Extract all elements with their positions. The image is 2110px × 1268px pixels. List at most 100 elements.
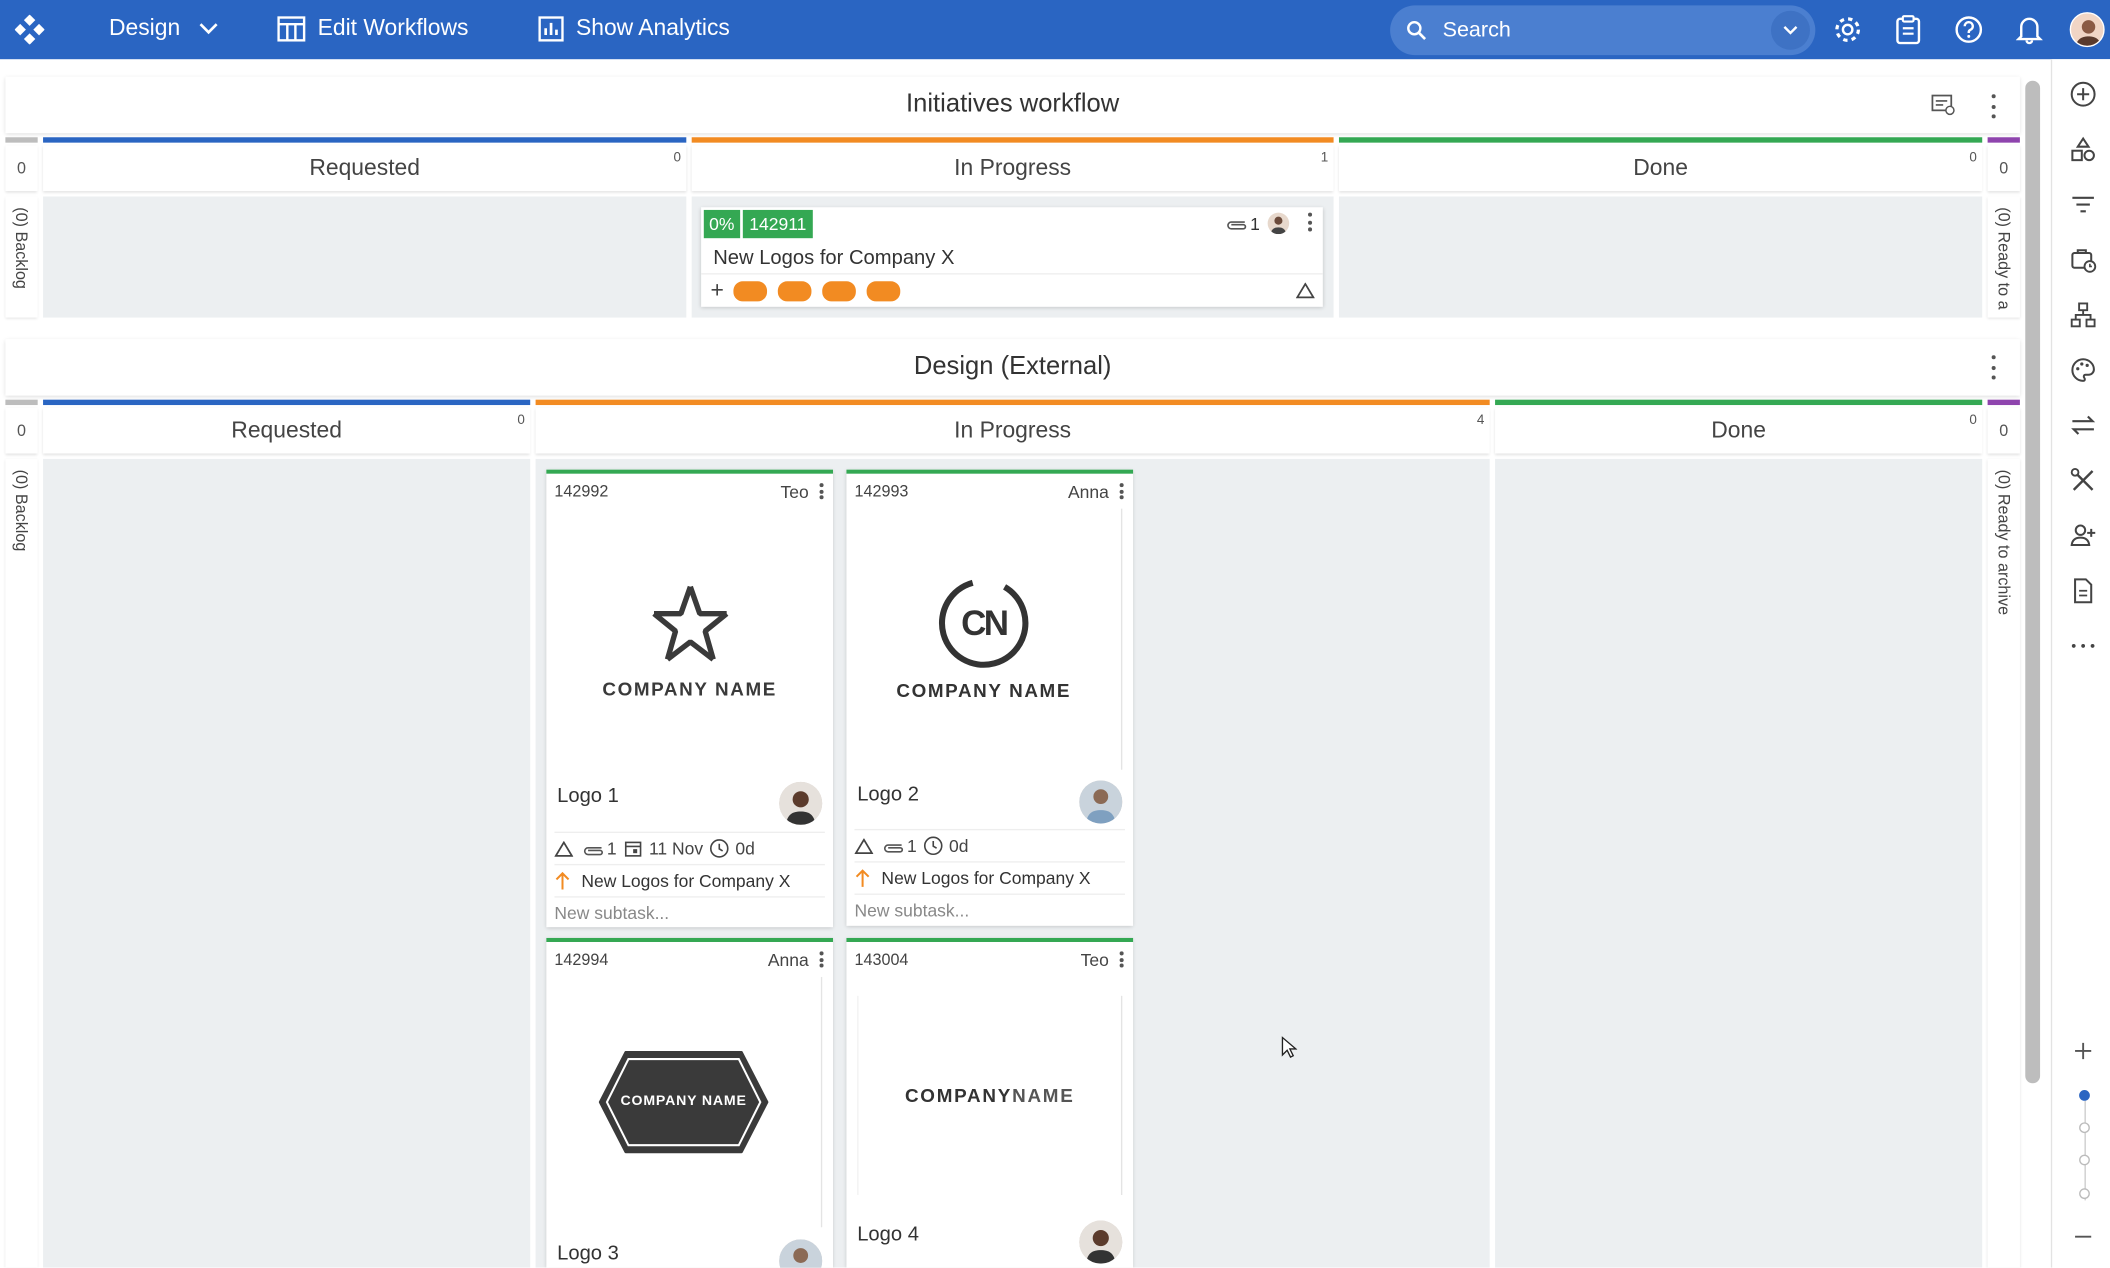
subtask-pill[interactable] [777, 280, 812, 301]
add-user-icon[interactable] [2070, 522, 2097, 549]
search-input[interactable] [1442, 18, 1753, 43]
add-icon[interactable]: + [711, 277, 724, 304]
briefcase-clock-icon[interactable] [2070, 246, 2097, 273]
column-count: 4 [1476, 413, 1485, 428]
column-lane-requested[interactable] [43, 458, 531, 1268]
column-header-in-progress: In Progress 4 [535, 407, 1490, 454]
card-menu-icon[interactable] [1117, 483, 1125, 500]
subtask-pill[interactable] [866, 280, 901, 301]
column-lane-done[interactable] [1495, 458, 1983, 1268]
card-title[interactable]: Logo 2 [857, 783, 919, 806]
workflow-header: Initiatives workflow [5, 76, 2020, 134]
column-count: 0 [673, 150, 681, 166]
archive-lane[interactable]: (0) Ready to a [1987, 196, 2020, 318]
zoom-level[interactable] [2079, 1154, 2090, 1166]
card-assignee: Anna [767, 949, 809, 970]
task-card[interactable]: 142993 Anna CN COMPANY NAME Logo 2 1 0d … [846, 469, 1134, 926]
new-subtask-input[interactable]: New subtask... [554, 896, 825, 928]
card-image[interactable]: COMPANY NAME [546, 976, 823, 1228]
time-spent: 0d [949, 835, 969, 856]
help-icon[interactable] [1953, 13, 1985, 45]
swap-arrows-icon[interactable] [2070, 412, 2097, 439]
card-title[interactable]: New Logos for Company X [713, 246, 954, 269]
parent-link[interactable]: New Logos for Company X [554, 863, 825, 896]
column-color-bar [691, 137, 1334, 143]
task-card[interactable]: 142992 Teo COMPANY NAME Logo 1 1 11 Nov … [546, 469, 833, 928]
subtask-pill[interactable] [822, 280, 856, 301]
settings-gear-icon[interactable] [1831, 13, 1863, 45]
search-dropdown-button[interactable] [1770, 10, 1810, 50]
edit-workflows-button[interactable]: Edit Workflows [277, 15, 468, 42]
user-avatar[interactable] [2069, 12, 2105, 48]
card-image[interactable]: COMPANYNAME [857, 995, 1123, 1195]
palette-icon[interactable] [2070, 357, 2097, 384]
initiative-card[interactable]: 0% 142911 1 New Logos for Company X + [701, 207, 1323, 307]
warning-triangle-icon [554, 840, 574, 857]
workflow-menu-icon[interactable] [1986, 355, 1999, 380]
new-subtask-input[interactable]: New subtask... [854, 893, 1126, 926]
search-icon [1407, 20, 1427, 40]
zoom-level[interactable] [2079, 1122, 2090, 1134]
notifications-bell-icon[interactable] [2013, 13, 2045, 45]
card-menu-icon[interactable] [817, 951, 825, 968]
task-card[interactable]: 142994 Anna COMPANY NAME Logo 3 [546, 937, 833, 1268]
card-image[interactable]: COMPANY NAME [546, 509, 833, 773]
parent-title: New Logos for Company X [581, 870, 791, 891]
card-menu-icon[interactable] [1303, 212, 1316, 232]
app-logo-icon[interactable] [0, 0, 59, 59]
card-avatar[interactable] [779, 781, 823, 825]
backlog-lane[interactable]: (0) Backlog [5, 196, 38, 318]
project-name: Design [109, 14, 181, 41]
card-id[interactable]: 142911 [742, 209, 814, 239]
column-color-bar [43, 137, 687, 143]
task-card[interactable]: 143004 Teo COMPANYNAME Logo 4 [846, 937, 1134, 1268]
column-lane-requested[interactable] [43, 196, 687, 318]
zoom-out-icon[interactable] [2070, 1223, 2097, 1250]
card-id[interactable]: 142992 [554, 482, 608, 501]
search-box [1390, 5, 1816, 56]
card-avatar[interactable] [1079, 1220, 1123, 1264]
card-id[interactable]: 142994 [554, 950, 608, 969]
subtask-pill[interactable] [733, 280, 767, 301]
card-avatar[interactable] [779, 1239, 823, 1268]
card-settings-icon[interactable] [1931, 94, 1955, 116]
filter-icon[interactable] [2070, 191, 2097, 218]
card-title[interactable]: Logo 3 [557, 1242, 619, 1265]
vertical-scrollbar[interactable] [2025, 80, 2041, 1084]
card-menu-icon[interactable] [817, 483, 825, 500]
card-id[interactable]: 142993 [855, 482, 909, 501]
card-image[interactable]: CN COMPANY NAME [846, 508, 1123, 770]
add-circle-icon[interactable] [2070, 81, 2097, 108]
show-analytics-button[interactable]: Show Analytics [538, 15, 730, 42]
zoom-in-icon[interactable] [2070, 1038, 2097, 1065]
tools-icon[interactable] [2070, 467, 2097, 494]
document-icon[interactable] [2070, 577, 2097, 604]
zoom-level-active[interactable] [2079, 1090, 2090, 1101]
clipboard-icon[interactable] [1892, 13, 1924, 45]
card-title[interactable]: Logo 1 [557, 785, 619, 808]
card-meta: 1 0d [854, 828, 1126, 861]
attachment-count: 1 [1250, 213, 1260, 235]
archive-lane[interactable]: (0) Ready to archive [1987, 458, 2020, 1268]
card-avatar[interactable] [1267, 212, 1290, 235]
column-lane-done[interactable] [1338, 196, 1983, 318]
card-title[interactable]: Logo 4 [857, 1223, 919, 1246]
backlog-lane[interactable]: (0) Backlog [5, 458, 38, 1268]
card-id[interactable]: 143004 [855, 950, 909, 969]
archive-label: (0) Ready to a [1994, 207, 2014, 310]
logo-wordmark: COMPANYNAME [905, 1085, 1075, 1107]
parent-link[interactable]: New Logos for Company X [854, 861, 1126, 893]
shapes-icon[interactable] [2070, 136, 2097, 163]
project-selector[interactable]: Design [109, 15, 218, 42]
workflow-menu-icon[interactable] [1986, 94, 1999, 119]
card-avatar[interactable] [1079, 780, 1123, 824]
card-menu-icon[interactable] [1117, 951, 1125, 968]
more-horizontal-icon[interactable] [2070, 632, 2097, 659]
hierarchy-icon[interactable] [2070, 301, 2097, 328]
zoom-level[interactable] [2079, 1188, 2090, 1200]
column-count: 0 [1969, 150, 1977, 166]
attachment-icon [1227, 221, 1247, 230]
column-count: 1 [1320, 150, 1329, 166]
column-header-requested: Requested 0 [43, 145, 687, 192]
time-spent: 0d [735, 838, 755, 859]
